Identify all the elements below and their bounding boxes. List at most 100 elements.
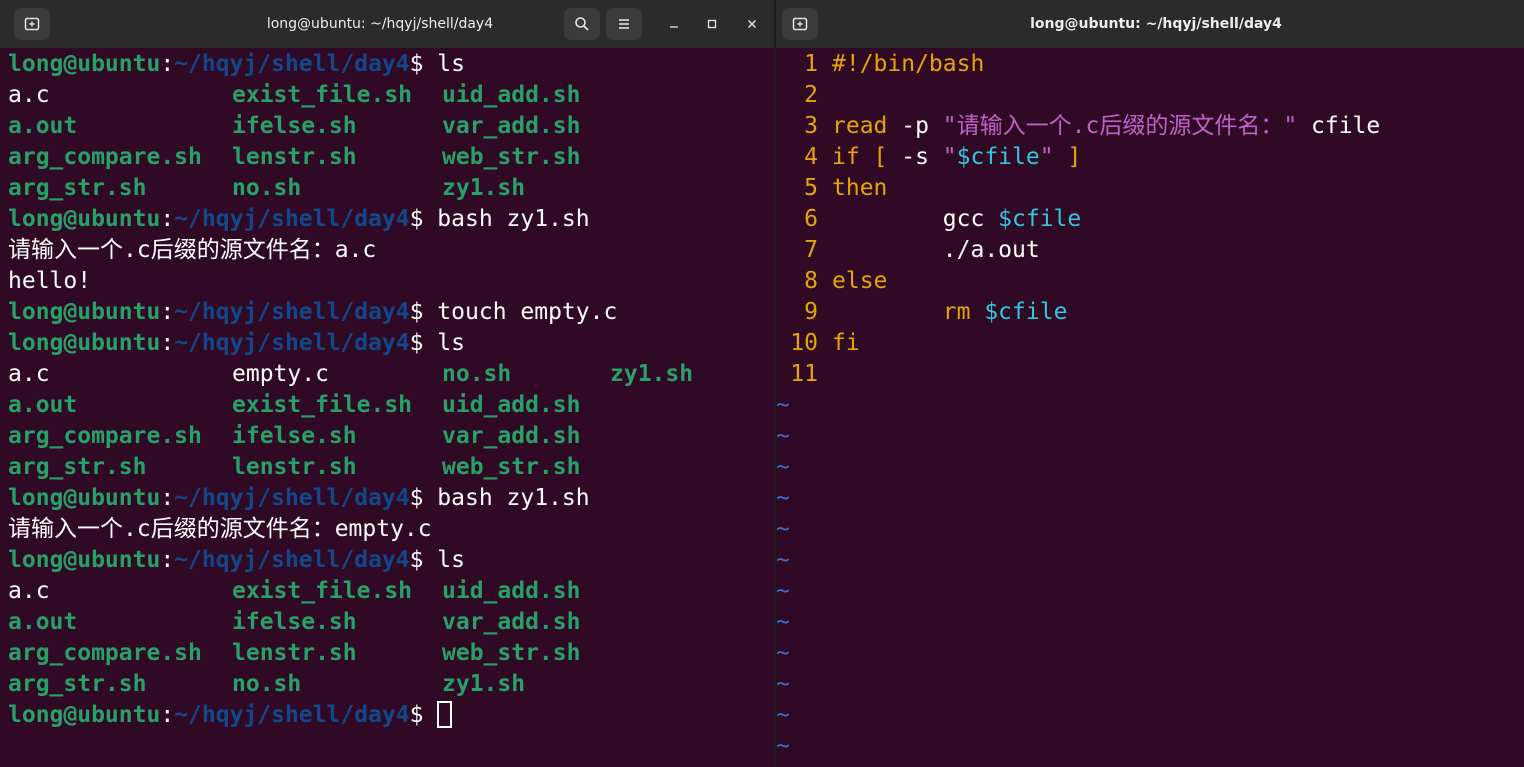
code-text: ./a.out xyxy=(832,235,1040,266)
file-name: web_str.sh xyxy=(442,454,581,480)
new-tab-button[interactable] xyxy=(14,8,50,40)
menu-button[interactable] xyxy=(606,8,642,40)
ls-output-row: arg_compare.sh lenstr.sh web_str.sh xyxy=(8,142,774,173)
prompt-symbol: $ xyxy=(409,51,424,77)
tilde-marker: ~ xyxy=(776,516,790,542)
close-button[interactable] xyxy=(740,12,764,36)
file-name: arg_str.sh xyxy=(8,454,147,480)
file-name: web_str.sh xyxy=(442,144,581,170)
tilde-marker: ~ xyxy=(776,454,790,480)
code-token: cfile xyxy=(1297,113,1381,139)
code-text: gcc $cfile xyxy=(832,204,1082,235)
prompt-user: long@ubuntu xyxy=(8,547,161,573)
file-name: a.out xyxy=(8,392,78,418)
file-name: arg_compare.sh xyxy=(8,640,202,666)
empty-line-marker: ~ xyxy=(776,638,1524,669)
code-line: 3 read -p "请输入一个.c后缀的源文件名：" cfile xyxy=(776,111,1524,142)
tilde-marker: ~ xyxy=(776,423,790,449)
ls-output-row: a.c empty.c no.sh zy1.sh xyxy=(8,359,774,390)
tilde-marker: ~ xyxy=(776,702,790,728)
code-line: 11 xyxy=(776,359,1524,390)
prompt-colon: : xyxy=(160,299,175,325)
code-token: " xyxy=(942,144,957,170)
empty-line-marker: ~ xyxy=(776,669,1524,700)
code-token: rm xyxy=(832,299,985,325)
prompt-user: long@ubuntu xyxy=(8,206,161,232)
search-button[interactable] xyxy=(564,8,600,40)
file-name: a.out xyxy=(8,113,78,139)
tilde-marker: ~ xyxy=(776,640,790,666)
minimize-icon xyxy=(670,26,678,28)
line-number: 2 xyxy=(804,82,818,108)
prompt-colon: : xyxy=(160,51,175,77)
code-token: ] xyxy=(1053,144,1082,170)
code-line: 6 gcc $cfile xyxy=(776,204,1524,235)
prompt-path: ~/hqyj/shell/day4 xyxy=(174,485,410,511)
ls-output-row: arg_compare.sh ifelse.sh var_add.sh xyxy=(8,421,774,452)
line-number: 7 xyxy=(804,237,818,263)
code-token: read xyxy=(832,113,888,139)
output-text: hello! xyxy=(8,266,774,297)
code-token: ./a.out xyxy=(832,237,1040,263)
tilde-marker: ~ xyxy=(776,392,790,418)
minimize-button[interactable] xyxy=(662,12,686,36)
new-tab-icon xyxy=(792,17,808,31)
prompt-user: long@ubuntu xyxy=(8,485,161,511)
code-line: 8 else xyxy=(776,266,1524,297)
empty-line-marker: ~ xyxy=(776,514,1524,545)
right-terminal-window[interactable]: long@ubuntu: ~/hqyj/shell/day4 1 #!/bin/b… xyxy=(776,0,1524,767)
file-name: arg_str.sh xyxy=(8,671,147,697)
command-text: ls xyxy=(423,547,465,573)
code-line: 4 if [ -s "$cfile" ] xyxy=(776,142,1524,173)
search-icon xyxy=(575,17,589,31)
file-name: a.c xyxy=(8,361,50,387)
prompt-symbol: $ xyxy=(409,330,424,356)
code-text: then xyxy=(832,173,887,204)
tilde-marker: ~ xyxy=(776,485,790,511)
left-terminal-window[interactable]: long@ubuntu: ~/hqyj/shell/day4 long@ubun… xyxy=(0,0,774,767)
prompt-symbol: $ xyxy=(409,485,424,511)
prompt-user: long@ubuntu xyxy=(8,330,161,356)
command-text: ls xyxy=(423,330,465,356)
right-titlebar: long@ubuntu: ~/hqyj/shell/day4 xyxy=(776,0,1524,48)
ls-output-row: arg_str.sh no.sh zy1.sh xyxy=(8,669,774,700)
ls-output-row: a.out ifelse.sh var_add.sh xyxy=(8,607,774,638)
prompt-colon: : xyxy=(160,485,175,511)
prompt-path: ~/hqyj/shell/day4 xyxy=(174,547,410,573)
terminal-output[interactable]: long@ubuntu:~/hqyj/shell/day4$ ls a.c exis… xyxy=(8,49,774,767)
new-tab-button[interactable] xyxy=(782,8,818,40)
empty-line-marker: ~ xyxy=(776,731,1524,762)
output-text: 请输入一个.c后缀的源文件名：a.c xyxy=(8,235,774,266)
file-name: lenstr.sh xyxy=(232,454,357,480)
command-text xyxy=(423,702,437,728)
maximize-button[interactable] xyxy=(700,12,724,36)
empty-line-marker: ~ xyxy=(776,576,1524,607)
vim-editor[interactable]: 1 #!/bin/bash 2 3 read -p "请输入一个.c后缀的源文件名：" … xyxy=(776,49,1524,767)
prompt-line: long@ubuntu:~/hqyj/shell/day4$ ls xyxy=(8,49,774,80)
prompt-symbol: $ xyxy=(409,299,424,325)
prompt-colon: : xyxy=(160,702,175,728)
file-name: ifelse.sh xyxy=(232,609,357,635)
file-name: zy1.sh xyxy=(442,175,526,201)
prompt-path: ~/hqyj/shell/day4 xyxy=(174,299,410,325)
file-name: exist_file.sh xyxy=(232,578,413,604)
line-number: 10 xyxy=(790,330,818,356)
file-name: exist_file.sh xyxy=(232,82,413,108)
code-line: 10 fi xyxy=(776,328,1524,359)
file-name: a.c xyxy=(8,578,50,604)
code-token: $cfile xyxy=(956,144,1040,170)
empty-line-marker: ~ xyxy=(776,700,1524,731)
text-cursor xyxy=(437,701,453,728)
line-number: 8 xyxy=(804,268,818,294)
command-text: bash zy1.sh xyxy=(423,206,590,232)
empty-line-marker: ~ xyxy=(776,390,1524,421)
maximize-icon xyxy=(707,19,717,29)
code-line: 7 ./a.out xyxy=(776,235,1524,266)
code-token: then xyxy=(832,175,888,201)
prompt-line: long@ubuntu:~/hqyj/shell/day4$ bash zy1.… xyxy=(8,483,774,514)
prompt-user: long@ubuntu xyxy=(8,299,161,325)
prompt-path: ~/hqyj/shell/day4 xyxy=(174,702,410,728)
file-name: exist_file.sh xyxy=(232,392,413,418)
tilde-marker: ~ xyxy=(776,547,790,573)
code-token: $cfile xyxy=(998,206,1082,232)
